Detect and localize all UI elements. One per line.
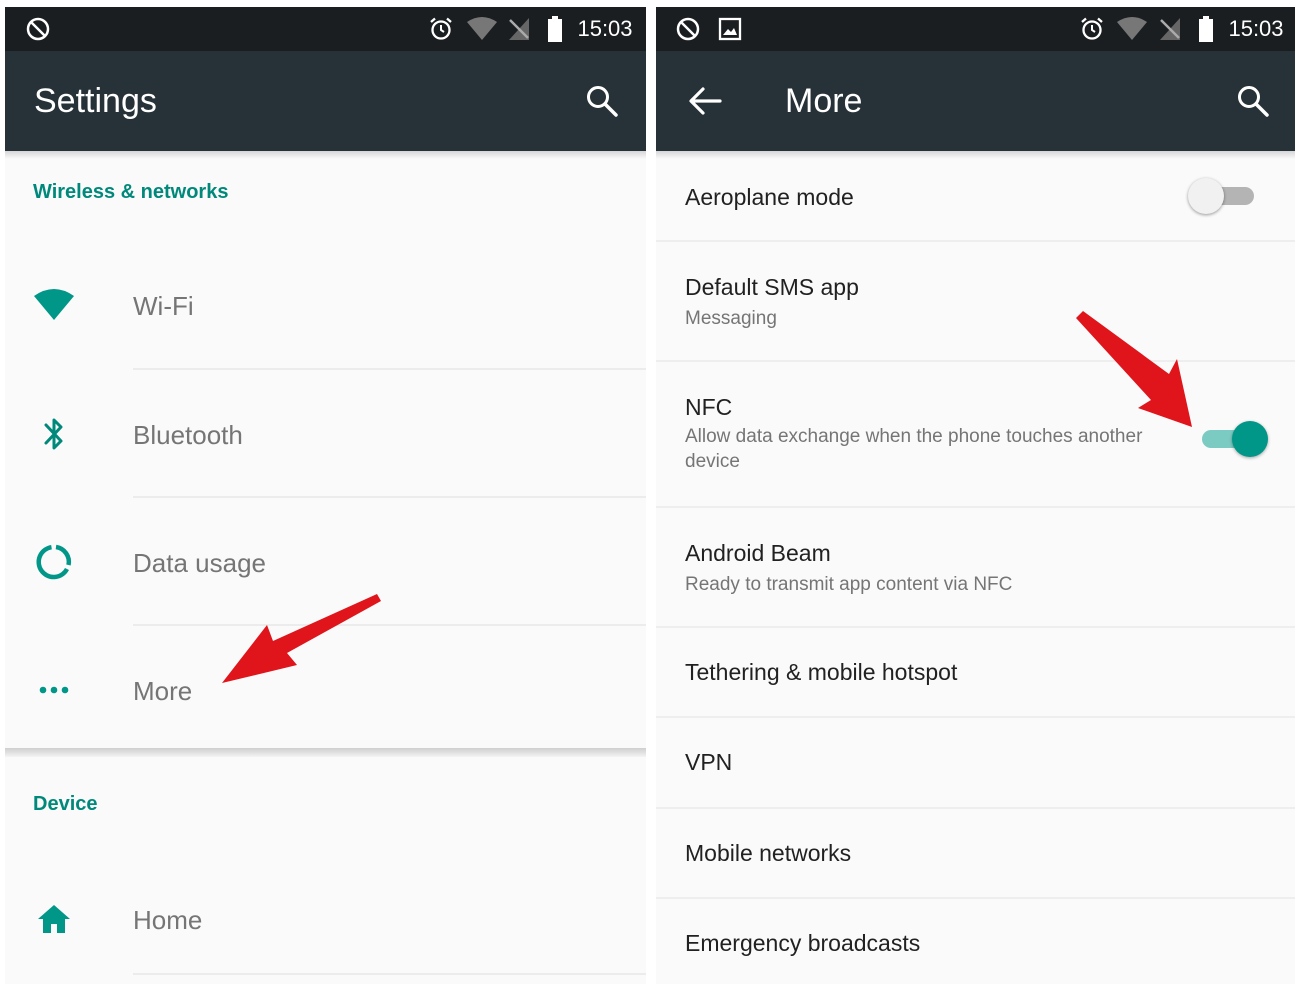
settings-item-more[interactable]: More bbox=[5, 626, 646, 748]
page-title: More bbox=[785, 82, 863, 120]
no-sim-icon bbox=[505, 7, 533, 51]
setting-title: Tethering & mobile hotspot bbox=[685, 659, 958, 685]
search-button[interactable] bbox=[1233, 81, 1273, 121]
settings-item-data-usage[interactable]: Data usage bbox=[5, 498, 646, 624]
aeroplane-mode-switch[interactable] bbox=[1188, 176, 1258, 216]
do-not-disturb-icon bbox=[673, 7, 703, 51]
settings-item-bluetooth[interactable]: Bluetooth bbox=[5, 370, 646, 496]
settings-item-label: Data usage bbox=[133, 548, 266, 578]
alarm-icon bbox=[1077, 7, 1107, 51]
setting-subtitle: Ready to transmit app content via NFC bbox=[685, 574, 1013, 595]
setting-mobile-networks[interactable]: Mobile networks bbox=[656, 809, 1295, 897]
settings-item-label: Bluetooth bbox=[133, 420, 243, 450]
settings-item-label: Wi-Fi bbox=[133, 291, 194, 321]
section-header-wireless: Wireless & networks bbox=[33, 181, 229, 203]
search-button[interactable] bbox=[582, 81, 622, 121]
back-arrow-icon bbox=[689, 87, 722, 115]
setting-title: NFC bbox=[685, 394, 733, 420]
do-not-disturb-icon bbox=[23, 7, 53, 51]
setting-tethering-hotspot[interactable]: Tethering & mobile hotspot bbox=[656, 628, 1295, 716]
data-usage-icon bbox=[32, 540, 76, 584]
settings-item-home[interactable]: Home bbox=[5, 851, 646, 979]
setting-title: Emergency broadcasts bbox=[685, 930, 921, 956]
alarm-icon bbox=[426, 7, 456, 51]
setting-vpn[interactable]: VPN bbox=[656, 718, 1295, 807]
image-icon bbox=[716, 7, 744, 51]
setting-nfc[interactable]: NFC Allow data exchange when the phone t… bbox=[656, 362, 1295, 506]
status-bar: 15:03 bbox=[656, 7, 1295, 51]
setting-title: Mobile networks bbox=[685, 840, 852, 866]
no-sim-icon bbox=[1156, 7, 1184, 51]
wifi-signal-icon bbox=[465, 7, 499, 51]
bluetooth-icon bbox=[32, 412, 76, 456]
settings-item-label: More bbox=[133, 676, 193, 706]
settings-list: Wireless & networks Wi-Fi Bluetooth Data… bbox=[5, 151, 646, 984]
wifi-signal-icon bbox=[1115, 7, 1149, 51]
page-title: Settings bbox=[34, 82, 157, 120]
settings-item-wifi[interactable]: Wi-Fi bbox=[5, 241, 646, 369]
setting-subtitle: Allow data exchange when the phone touch… bbox=[685, 426, 1143, 472]
app-bar: Settings bbox=[5, 51, 646, 151]
app-bar: More bbox=[656, 51, 1295, 151]
status-time: 15:03 bbox=[1228, 16, 1284, 41]
section-divider bbox=[5, 748, 646, 757]
setting-subtitle: Messaging bbox=[685, 308, 777, 329]
search-icon bbox=[587, 86, 618, 117]
more-list: Aeroplane mode Default SMS app Messaging… bbox=[656, 151, 1295, 984]
setting-android-beam[interactable]: Android Beam Ready to transmit app conte… bbox=[656, 508, 1295, 626]
status-bar: 15:03 bbox=[5, 7, 646, 51]
wifi-icon bbox=[32, 283, 76, 327]
status-time: 15:03 bbox=[577, 16, 633, 41]
back-button[interactable] bbox=[685, 81, 725, 121]
setting-emergency-broadcasts[interactable]: Emergency broadcasts bbox=[656, 899, 1295, 984]
home-icon bbox=[32, 897, 76, 941]
battery-icon bbox=[545, 7, 565, 51]
setting-default-sms-app[interactable]: Default SMS app Messaging bbox=[656, 242, 1295, 360]
setting-title: Aeroplane mode bbox=[685, 184, 854, 210]
settings-item-label: Home bbox=[133, 905, 203, 935]
more-dots-icon bbox=[32, 668, 76, 712]
setting-aeroplane-mode[interactable]: Aeroplane mode bbox=[656, 151, 1295, 240]
setting-title: Android Beam bbox=[685, 540, 831, 566]
battery-icon bbox=[1196, 7, 1216, 51]
section-header-device: Device bbox=[33, 793, 98, 815]
setting-title: Default SMS app bbox=[685, 274, 859, 300]
more-screen: 15:03 More Aeroplane mode Default SMS ap… bbox=[656, 7, 1295, 984]
nfc-switch[interactable] bbox=[1198, 419, 1268, 459]
settings-screen: 15:03 Settings Wireless & networks Wi-Fi… bbox=[5, 7, 646, 984]
setting-title: VPN bbox=[685, 749, 733, 775]
search-icon bbox=[1238, 86, 1269, 117]
